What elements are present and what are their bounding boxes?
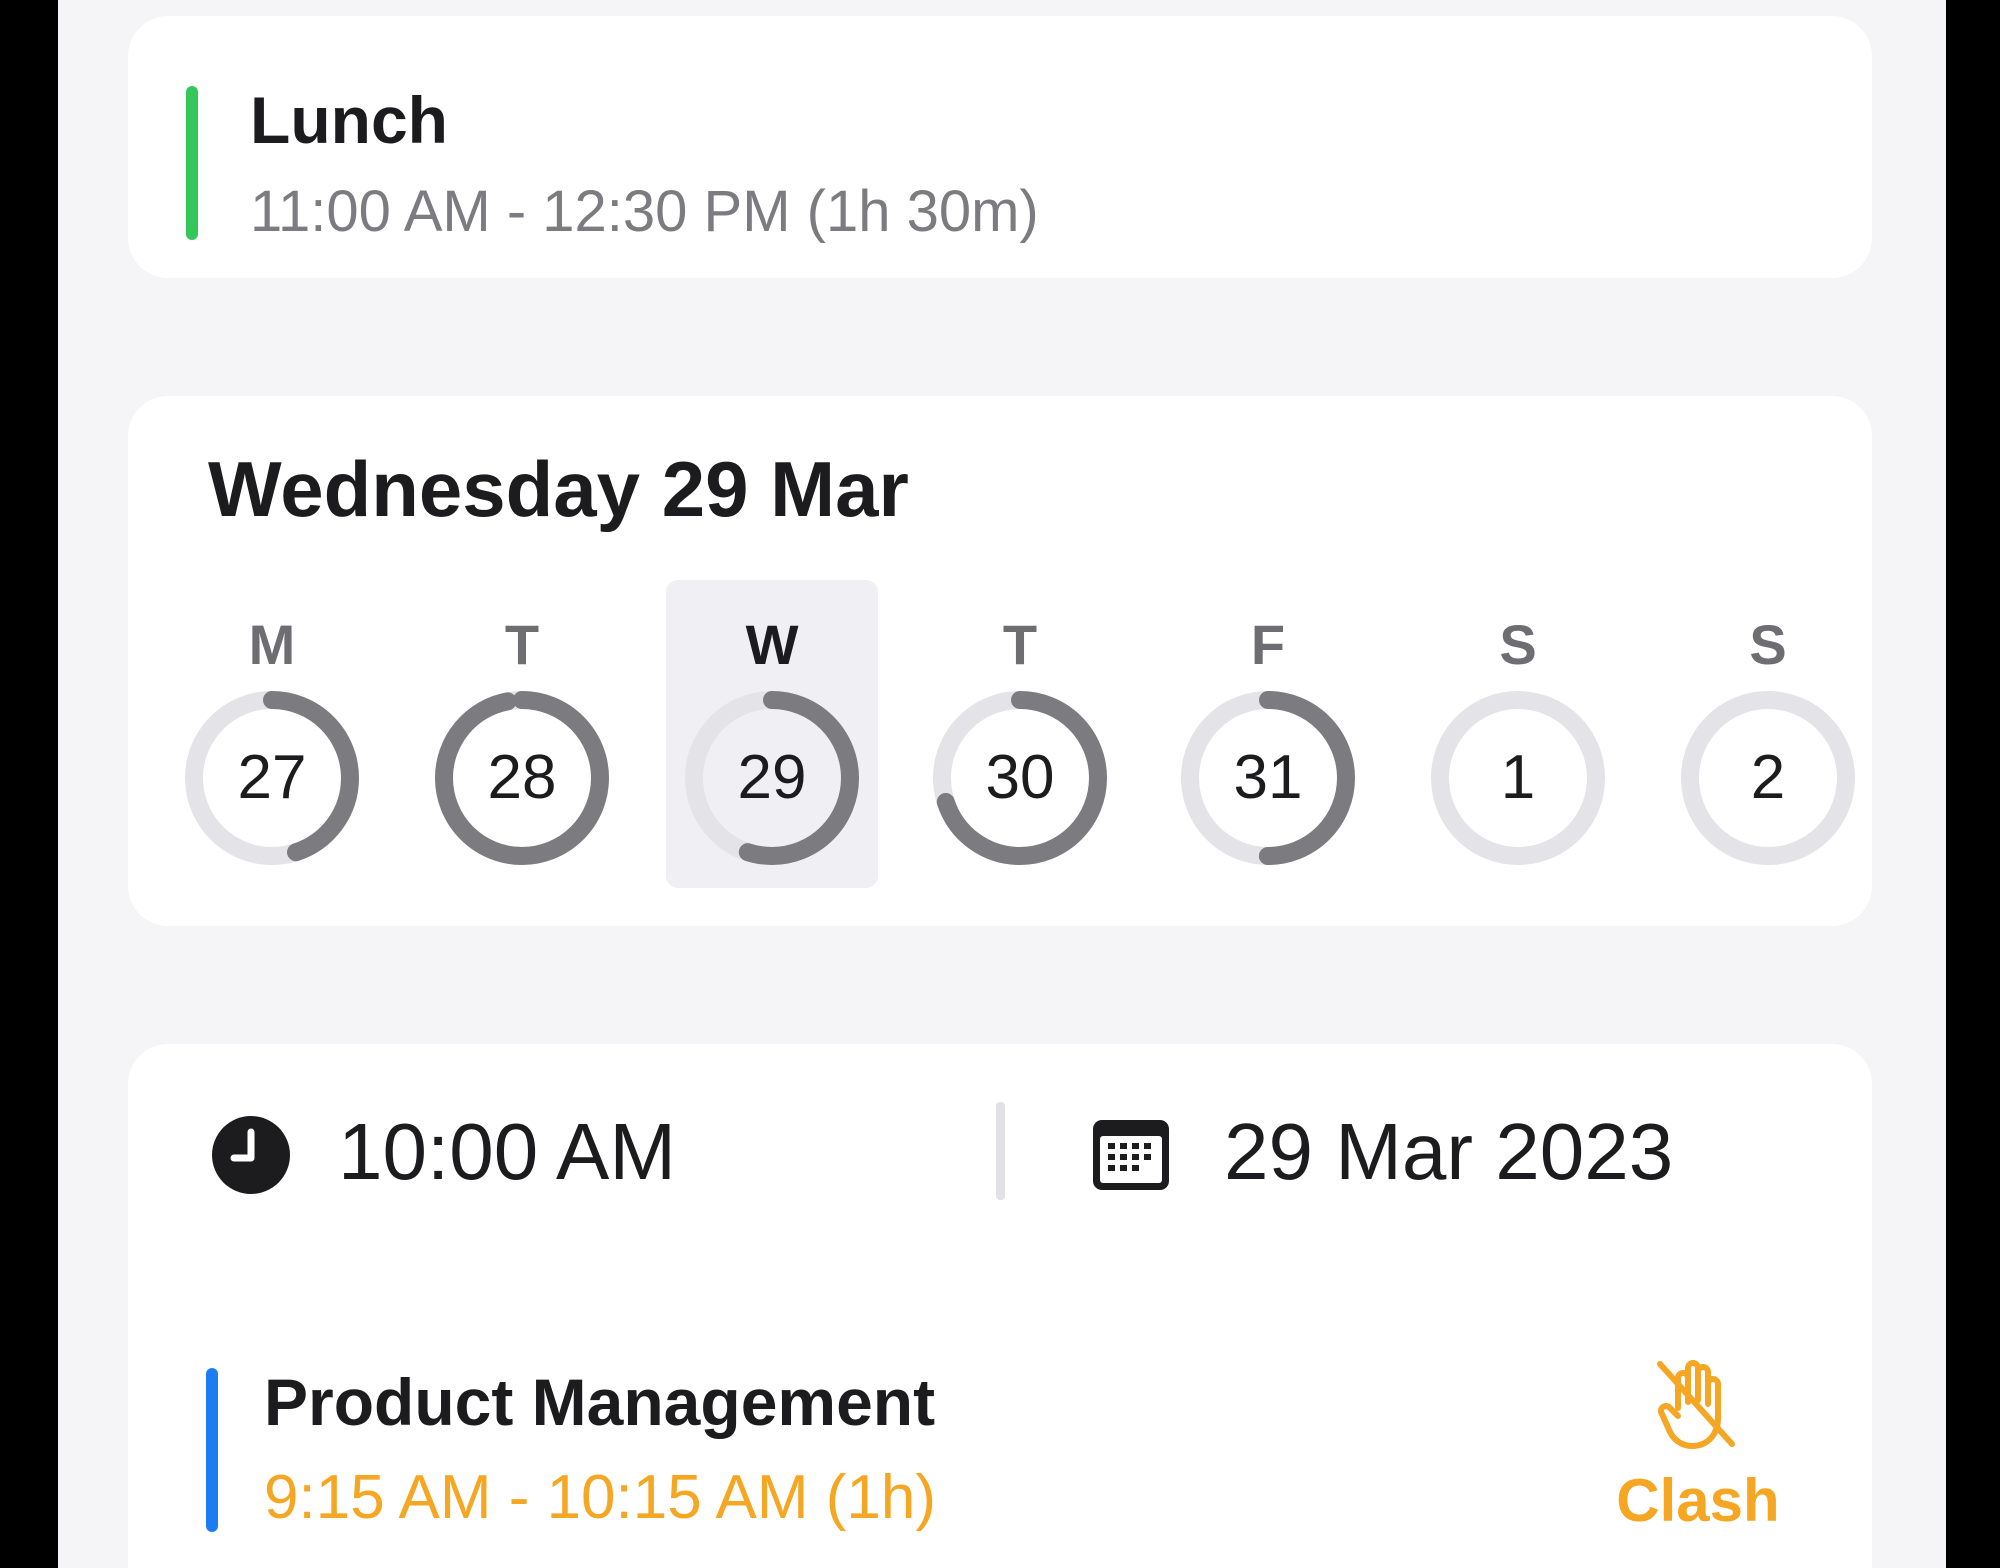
lunch-event-card[interactable]: Lunch 11:00 AM - 12:30 PM (1h 30m) — [128, 16, 1872, 278]
week-selector-card: Wednesday 29 Mar M 27 T 28 W 29 T 30 F 31 S 1 S 2 — [128, 396, 1872, 926]
day-29[interactable]: W 29 — [666, 580, 878, 888]
day-30[interactable]: T 30 — [914, 580, 1126, 888]
day-number: 29 — [737, 743, 807, 812]
clash-badge[interactable]: Clash — [1598, 1356, 1798, 1536]
calendar-icon — [1093, 1120, 1169, 1190]
day-letter: F — [1250, 613, 1286, 676]
selected-date-heading: Wednesday 29 Mar — [208, 445, 909, 533]
day-27[interactable]: M 27 — [166, 580, 378, 888]
day-letter: M — [248, 613, 296, 676]
day-number: 31 — [1233, 743, 1303, 812]
day-number: 2 — [1750, 743, 1786, 812]
day-number: 1 — [1500, 743, 1536, 812]
conflict-event-title: Product Management — [264, 1365, 936, 1439]
field-divider — [996, 1102, 1005, 1200]
time-field[interactable]: 10:00 AM — [338, 1106, 676, 1198]
event-time-range: 11:00 AM - 12:30 PM (1h 30m) — [250, 179, 1039, 244]
day-letter: S — [1749, 613, 1787, 676]
clock-icon — [212, 1116, 290, 1194]
event-color-bar — [206, 1368, 218, 1532]
day-2[interactable]: S2 — [1662, 580, 1874, 888]
app-screen: Lunch 11:00 AM - 12:30 PM (1h 30m) Wedne… — [58, 0, 1946, 1568]
day-number: 30 — [985, 743, 1055, 812]
clash-label: Clash — [1616, 1467, 1780, 1534]
day-number: 27 — [237, 743, 307, 812]
raised-hand-slash-icon — [1657, 1360, 1735, 1449]
event-title: Lunch — [250, 83, 448, 157]
day-28[interactable]: T 28 — [416, 580, 628, 888]
day-letter: T — [504, 613, 540, 676]
event-details-card: 10:00 AM 29 Mar 2023 Product Management … — [128, 1044, 1872, 1568]
day-1[interactable]: S1 — [1412, 580, 1624, 888]
day-letter: W — [745, 613, 799, 676]
day-number: 28 — [487, 743, 557, 812]
date-field[interactable]: 29 Mar 2023 — [1224, 1106, 1673, 1198]
day-letter: T — [1002, 613, 1038, 676]
day-letter: S — [1499, 613, 1537, 676]
day-31[interactable]: F 31 — [1162, 580, 1374, 888]
conflict-event-time-range: 9:15 AM - 10:15 AM (1h) — [264, 1463, 937, 1532]
event-color-bar — [186, 86, 198, 240]
